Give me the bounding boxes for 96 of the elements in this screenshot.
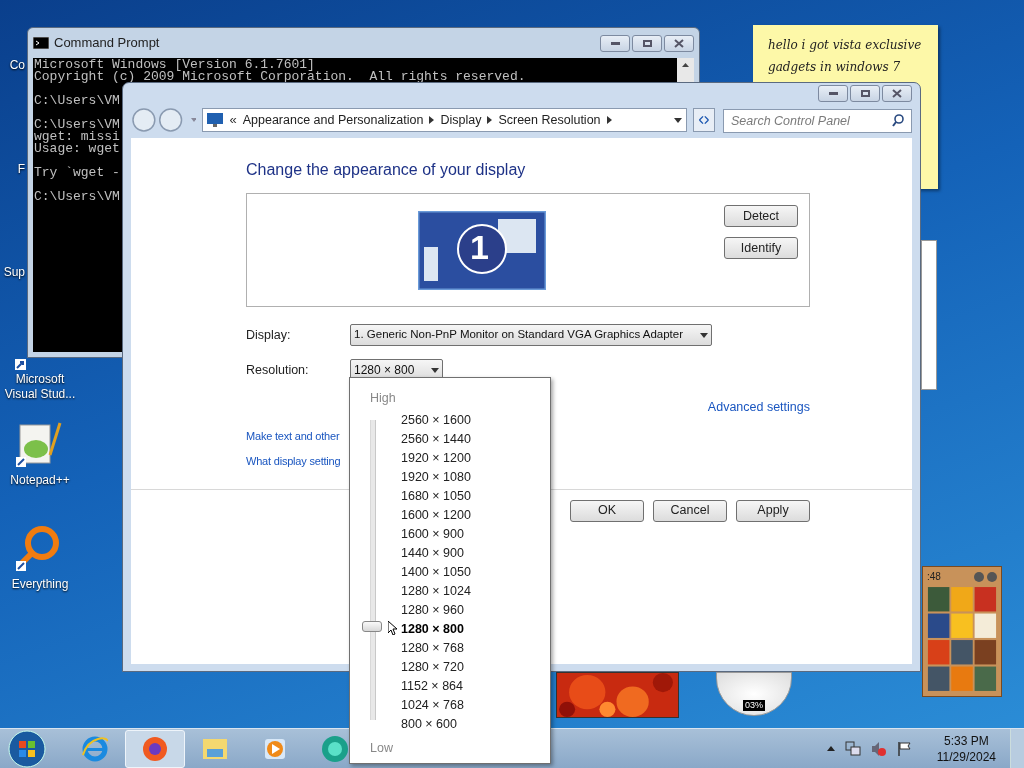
flag-icon[interactable] [896, 740, 913, 757]
resolution-option[interactable]: 1680 × 1050 [400, 487, 472, 506]
dropdown-arrow-icon[interactable] [674, 117, 683, 123]
resolution-label: Resolution: [246, 361, 310, 379]
taskbar-button[interactable] [125, 729, 185, 768]
scroll-up-icon[interactable] [682, 63, 689, 67]
console-line: wget: missi [34, 131, 120, 143]
monitor-drawing[interactable] [418, 211, 546, 290]
resolution-option[interactable]: 1440 × 900 [400, 544, 472, 563]
refresh-icon[interactable] [693, 108, 715, 132]
resolution-option[interactable]: 1280 × 960 [400, 601, 472, 620]
low-label: Low [370, 740, 393, 757]
minimize-icon [828, 92, 838, 95]
background-window[interactable] [921, 240, 937, 390]
maximize-icon [642, 39, 652, 47]
chevron-icon[interactable] [429, 116, 435, 124]
resolution-option[interactable]: 1920 × 1080 [400, 468, 472, 487]
slider-thumb[interactable] [362, 621, 382, 633]
minimize-icon [610, 41, 620, 45]
window-title: Command Prompt [54, 34, 160, 53]
advanced-settings-link[interactable]: Advanced settings [707, 398, 810, 417]
cpu-meter-gadget[interactable]: 03% [716, 672, 792, 716]
breadcrumb-item[interactable]: Appearance and Personalization [242, 110, 424, 130]
resolution-option[interactable]: 1400 × 1050 [400, 563, 472, 582]
dropdown-arrow-icon [700, 332, 708, 338]
resolution-option[interactable]: 800 × 600 [400, 715, 472, 734]
dialog-button[interactable]: Apply [736, 499, 810, 522]
dialog-button[interactable]: OK [570, 499, 644, 522]
console-line: Try `wget - [34, 167, 120, 179]
help-link[interactable]: What display setting [246, 452, 341, 470]
resolution-option[interactable]: 1280 × 768 [400, 639, 472, 658]
resolution-option[interactable]: 2560 × 1600 [400, 411, 472, 430]
magnifier-icon [14, 525, 62, 573]
breadcrumb-overflow[interactable]: « [229, 110, 237, 130]
resolution-option[interactable]: 1152 × 864 [400, 677, 472, 696]
muted-speaker-icon[interactable] [870, 740, 887, 757]
high-label: High [370, 390, 396, 407]
console-icon [33, 37, 49, 49]
display-label: Display: [246, 326, 292, 344]
desktop-icon-label[interactable]: Notepad++ [0, 473, 80, 488]
close-icon [674, 38, 684, 48]
maximize-button[interactable] [632, 34, 662, 52]
resolution-option[interactable]: 1280 × 720 [400, 658, 472, 677]
resolution-option[interactable]: 1600 × 1200 [400, 506, 472, 525]
clock[interactable]: 5:33 PM 11/29/2024 [936, 732, 996, 765]
console-line: C:\Users\VM [34, 95, 120, 107]
note-text: hello i got vista exclusive gadgets in windows 7 [768, 37, 923, 76]
close-icon [892, 89, 902, 98]
console-line: C:\Users\VM [34, 119, 120, 131]
console-line: Copyright (c) 2009 Microsoft Corporation. All rights reserved. [34, 71, 526, 83]
maximize-icon [860, 90, 870, 97]
puzzle-gadget[interactable]: :48 [922, 566, 1002, 697]
search-icon[interactable] [892, 114, 904, 127]
console-line: C:\Users\VM [34, 191, 120, 203]
desktop-icon-label[interactable]: F [0, 162, 26, 177]
resolution-option[interactable]: 1920 × 1200 [400, 449, 472, 468]
help-link[interactable]: Make text and other [246, 427, 340, 445]
breadcrumb-item[interactable]: Display [440, 110, 482, 130]
network-icon[interactable] [844, 740, 861, 757]
resolution-option[interactable]: 1600 × 900 [400, 525, 472, 544]
side-button[interactable]: Identify [724, 237, 798, 259]
start-button[interactable] [8, 729, 46, 768]
desktop-icon-label[interactable]: Microsoft Visual Stud... [0, 372, 80, 402]
close-button[interactable] [882, 85, 912, 102]
maximize-button[interactable] [850, 85, 880, 102]
console-line: Microsoft Windows [Version 6.1.7601] [34, 59, 315, 71]
monitor-icon [207, 113, 224, 127]
display-select[interactable]: 1. Generic Non-PnP Monitor on Standard VGA Graphics Adapter [350, 324, 712, 346]
desktop-icon-label[interactable]: Co [0, 58, 26, 73]
cpu-reading: 03% [743, 700, 765, 711]
puzzle-timer: :48 [927, 571, 941, 583]
notepad-icon [14, 421, 62, 469]
minimize-button[interactable] [600, 34, 630, 52]
dropdown-arrow-icon [431, 367, 439, 373]
minimize-button[interactable] [818, 85, 848, 102]
console-line: Usage: wget [34, 143, 120, 155]
chevron-icon[interactable] [487, 116, 493, 124]
shortcut-arrow-icon [15, 359, 26, 370]
show-hidden-icon[interactable] [826, 746, 835, 751]
monitor-number: 1 [470, 227, 489, 267]
breadcrumb-item[interactable]: Screen Resolution [498, 110, 601, 130]
page-heading: Change the appearance of your display [246, 160, 527, 180]
desktop-icon-label[interactable]: Everything [0, 577, 80, 592]
resolution-option[interactable]: 1280 × 800 [400, 620, 472, 639]
search-field[interactable]: Search Control Panel [723, 109, 912, 133]
close-button[interactable] [664, 34, 694, 52]
chevron-icon[interactable] [606, 116, 612, 124]
resolution-option[interactable]: 1280 × 1024 [400, 582, 472, 601]
puzzle-tiles-drawing[interactable] [927, 586, 997, 692]
desktop-icon-label[interactable]: Sup [0, 265, 26, 280]
dialog-button[interactable]: Cancel [653, 499, 727, 522]
mouse-pointer-icon [388, 621, 397, 635]
resolution-option[interactable]: 2560 × 1440 [400, 430, 472, 449]
resolution-option[interactable]: 1024 × 768 [400, 696, 472, 715]
address-bar[interactable]: « Appearance and Personalization Display Screen Resolution [202, 108, 688, 132]
side-button[interactable]: Detect [724, 205, 798, 227]
